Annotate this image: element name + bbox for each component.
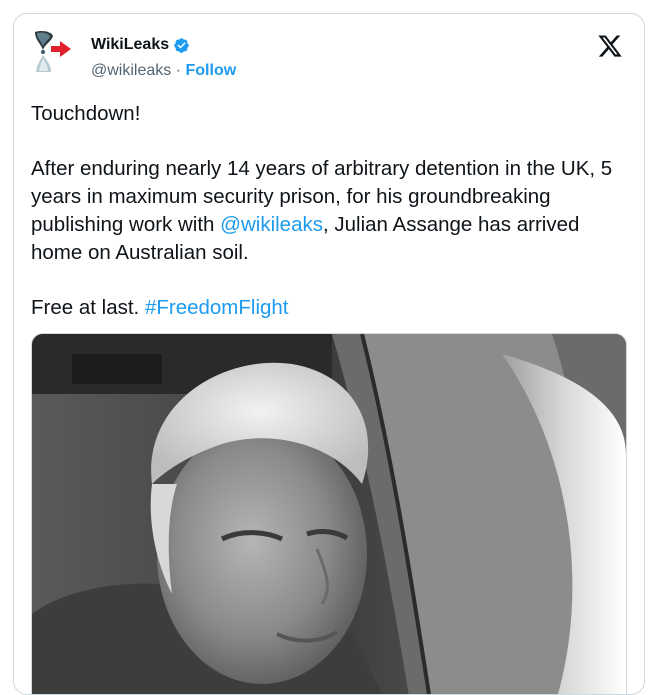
author-name[interactable]: WikiLeaks [91,36,169,54]
hashtag-link[interactable]: #FreedomFlight [145,296,289,319]
follow-link[interactable]: Follow [186,62,237,79]
x-logo-icon[interactable] [597,33,623,59]
tweet-text: Touchdown! After enduring nearly 14 year… [31,100,631,322]
photo-image [32,334,626,694]
author-handle[interactable]: @wikileaks [91,62,171,79]
separator-dot: · [175,62,182,79]
author-name-row[interactable]: WikiLeaks [91,36,190,54]
tweet-card: WikiLeaks @wikileaks · Follow Touchdown!… [13,13,645,695]
wikileaks-logo-icon [35,31,71,72]
tweet-photo[interactable] [31,333,627,694]
mention-link[interactable]: @wikileaks [220,213,323,236]
tweet-line-touchdown: Touchdown! [31,102,141,125]
tweet-paragraph-final: Free at last. #FreedomFlight [31,294,631,322]
author-handle-row: @wikileaks · Follow [91,62,236,80]
tweet-paragraph-main: After enduring nearly 14 years of arbitr… [31,155,631,267]
verified-badge-icon [174,37,189,53]
wikileaks-avatar[interactable] [31,28,77,74]
tweet-paragraph-final-text: Free at last. [31,296,145,319]
